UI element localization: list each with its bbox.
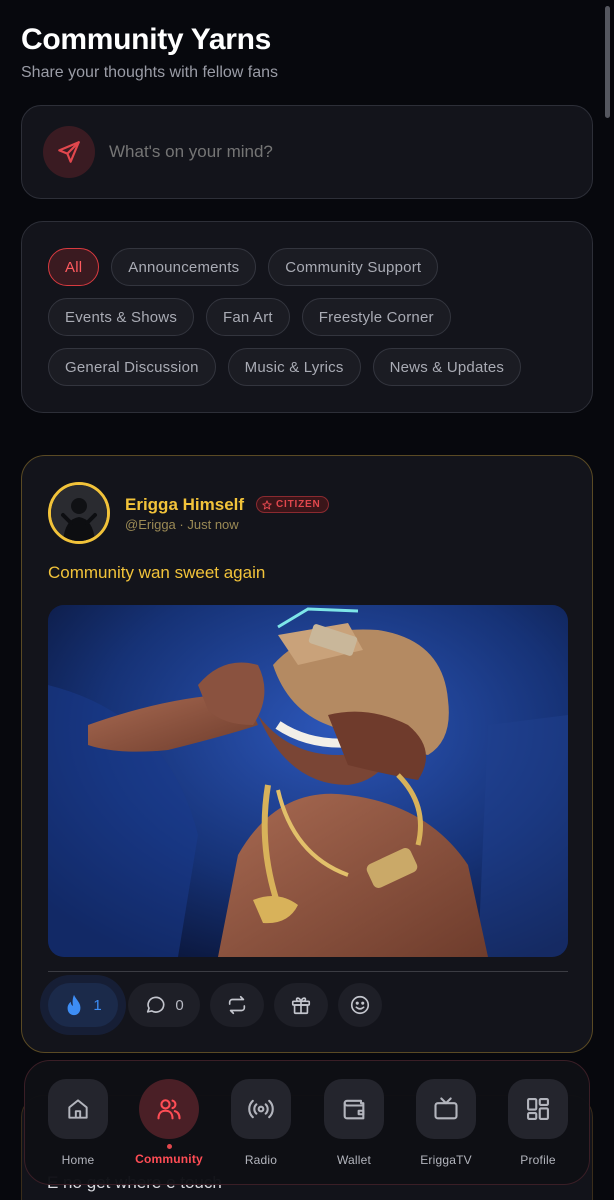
- post-timestamp: Just now: [187, 517, 239, 532]
- nav-icon-wrap: [48, 1079, 108, 1139]
- nav-icon-wrap: [416, 1079, 476, 1139]
- nav-item-community[interactable]: Community: [135, 1079, 203, 1166]
- filter-row: Events & Shows Fan Art Freestyle Corner: [48, 298, 592, 336]
- emoji-button[interactable]: [338, 983, 382, 1027]
- filter-row: General Discussion Music & Lyrics News &…: [48, 348, 592, 386]
- like-button[interactable]: 1: [48, 983, 118, 1027]
- nav-label: Wallet: [336, 1153, 372, 1167]
- filter-chip-fan-art[interactable]: Fan Art: [206, 298, 290, 336]
- status-badge: CITIZEN: [256, 496, 329, 513]
- gift-icon: [291, 997, 311, 1015]
- composer-input[interactable]: [109, 142, 509, 162]
- send-icon: [58, 141, 80, 163]
- post-composer[interactable]: [21, 105, 593, 199]
- post-actions: 1 0: [48, 983, 382, 1027]
- community-page: Community Yarns Share your thoughts with…: [0, 0, 614, 1200]
- post-card: Erigga Himself CITIZEN @Erigga · Just no…: [21, 455, 593, 1053]
- smiley-icon: [350, 995, 370, 1015]
- nav-label: EriggaTV: [420, 1153, 472, 1167]
- scrollbar[interactable]: [605, 6, 610, 118]
- avatar-photo: [51, 485, 107, 541]
- nav-item-eriggatv[interactable]: EriggaTV: [416, 1079, 476, 1167]
- nav-icon-wrap: [139, 1079, 199, 1139]
- avatar[interactable]: [48, 482, 110, 544]
- like-count: 1: [93, 996, 102, 1014]
- active-indicator: [166, 1144, 172, 1149]
- filter-chip-community-support[interactable]: Community Support: [268, 248, 439, 286]
- nav-icon-wrap: [508, 1079, 568, 1139]
- page-subtitle: Share your thoughts with fellow fans: [21, 64, 279, 81]
- send-button[interactable]: [43, 126, 95, 178]
- wallet-icon: [343, 1099, 365, 1120]
- nav-label: Radio: [244, 1153, 278, 1167]
- post-meta: @Erigga · Just now: [125, 517, 239, 532]
- nav-item-wallet[interactable]: Wallet: [324, 1079, 384, 1167]
- filter-chip-all[interactable]: All: [48, 248, 100, 286]
- comment-button[interactable]: 0: [128, 983, 200, 1027]
- nav-label: Community: [135, 1152, 203, 1166]
- page-header: Community Yarns Share your thoughts with…: [21, 22, 278, 82]
- nav-item-home[interactable]: Home: [48, 1079, 108, 1167]
- author-handle: @Erigga: [125, 517, 176, 532]
- gift-button[interactable]: [274, 983, 328, 1027]
- post-photo: [48, 605, 568, 957]
- grid-icon: [527, 1098, 549, 1120]
- nav-icon-wrap: [231, 1079, 291, 1139]
- nav-item-radio[interactable]: Radio: [231, 1079, 291, 1167]
- tv-icon: [434, 1097, 458, 1120]
- filter-row: All Announcements Community Support: [48, 248, 592, 286]
- star-icon: [262, 499, 272, 509]
- nav-label: Home: [61, 1153, 95, 1167]
- badge-label: CITIZEN: [276, 499, 321, 510]
- repost-icon: [228, 995, 246, 1015]
- repost-button[interactable]: [210, 983, 264, 1027]
- post-image[interactable]: [48, 605, 568, 957]
- nav-item-profile[interactable]: Profile: [508, 1079, 568, 1167]
- filter-chip-music-lyrics[interactable]: Music & Lyrics: [227, 348, 361, 386]
- bottom-nav: Home Community Radio Wallet EriggaTV Pro…: [24, 1060, 590, 1185]
- page-title: Community Yarns: [21, 23, 272, 56]
- nav-label: Profile: [520, 1153, 556, 1167]
- post-divider: [48, 971, 568, 972]
- flame-icon: [67, 994, 81, 1016]
- filter-chip-freestyle-corner[interactable]: Freestyle Corner: [301, 298, 451, 336]
- radio-icon: [248, 1099, 274, 1119]
- filter-chip-general-discussion[interactable]: General Discussion: [48, 348, 216, 386]
- nav-icon-wrap: [324, 1079, 384, 1139]
- filter-chip-announcements[interactable]: Announcements: [111, 248, 257, 286]
- post-text: Community wan sweet again: [48, 563, 266, 582]
- comment-icon: [147, 996, 165, 1013]
- filter-chip-news-updates[interactable]: News & Updates: [372, 348, 522, 386]
- category-filter-panel: All Announcements Community Support Even…: [21, 221, 593, 413]
- filter-chip-events-shows[interactable]: Events & Shows: [48, 298, 195, 336]
- comment-count: 0: [175, 996, 184, 1014]
- home-icon: [68, 1099, 88, 1119]
- author-name[interactable]: Erigga Himself: [125, 495, 244, 515]
- users-icon: [157, 1099, 181, 1120]
